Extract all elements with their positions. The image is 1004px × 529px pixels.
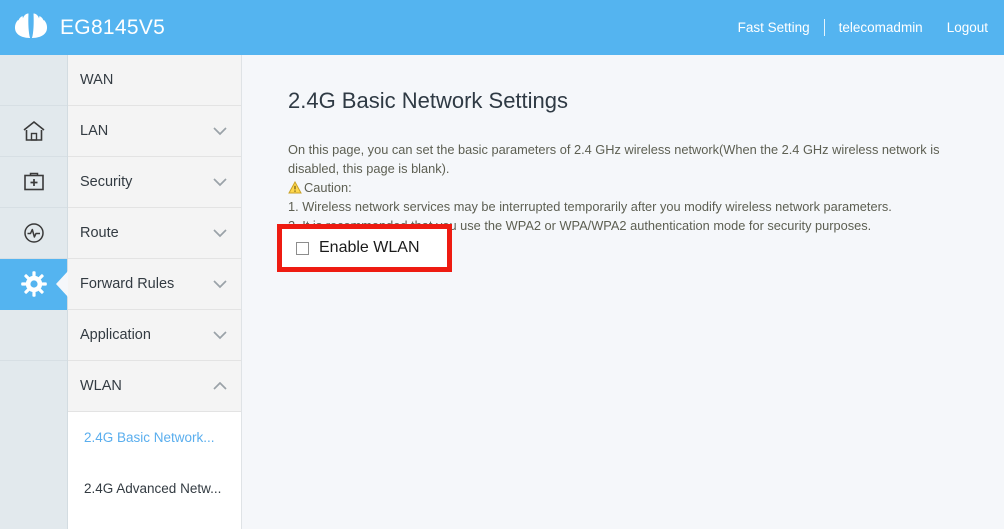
sidebar-item-label: WAN	[80, 72, 114, 88]
brand: EG8145V5	[0, 12, 165, 44]
chevron-up-icon	[213, 381, 227, 390]
fast-setting-link[interactable]: Fast Setting	[738, 20, 810, 35]
brand-name: EG8145V5	[60, 15, 166, 39]
chevron-down-icon	[213, 126, 227, 135]
current-user-label[interactable]: telecomadmin	[839, 20, 923, 35]
first-aid-kit-icon	[23, 172, 44, 191]
caution-label: Caution:	[304, 180, 352, 195]
rail-item-settings[interactable]	[0, 259, 68, 310]
sidebar-item-label: Application	[80, 327, 151, 343]
chevron-down-icon	[213, 330, 227, 339]
sidebar-item-wlan[interactable]: WLAN	[68, 361, 241, 412]
logout-button[interactable]: Logout	[947, 20, 988, 35]
rail-spacer	[0, 55, 67, 106]
wlan-submenu: 2.4G Basic Network... 2.4G Advanced Netw…	[68, 412, 241, 514]
chevron-down-icon	[213, 228, 227, 237]
sidebar-item-label: WLAN	[80, 378, 122, 394]
sidebar-menu: WAN LAN Security Route Forward Rules App…	[68, 55, 242, 529]
sidebar-item-label: Security	[80, 174, 133, 190]
submenu-item-label: 2.4G Basic Network...	[84, 430, 215, 445]
rail-spacer-bottom	[0, 310, 67, 361]
gear-icon	[20, 271, 47, 297]
sidebar-item-application[interactable]: Application	[68, 310, 241, 361]
submenu-item-24g-advanced-network[interactable]: 2.4G Advanced Netw...	[68, 463, 241, 514]
description-text: On this page, you can set the basic para…	[288, 142, 940, 176]
caution-item-1: 1. Wireless network services may be inte…	[288, 199, 892, 214]
warning-triangle-icon	[288, 181, 302, 194]
gauge-monitor-icon	[23, 223, 44, 243]
home-icon	[23, 120, 44, 141]
enable-wlan-checkbox[interactable]	[296, 241, 309, 255]
chevron-down-icon	[213, 279, 227, 288]
chevron-down-icon	[213, 177, 227, 186]
header-divider	[823, 19, 825, 36]
enable-wlan-label[interactable]: Enable WLAN	[319, 239, 420, 257]
caution-heading: Caution:	[288, 178, 960, 197]
rail-item-monitor[interactable]	[0, 208, 67, 259]
sidebar-item-forward-rules[interactable]: Forward Rules	[68, 259, 241, 310]
page-description: On this page, you can set the basic para…	[288, 140, 960, 235]
page-title: 2.4G Basic Network Settings	[288, 88, 569, 113]
header-actions: Fast Setting telecomadmin Logout	[738, 19, 1004, 36]
sidebar-item-wan[interactable]: WAN	[68, 55, 241, 106]
enable-wlan-highlight-box: Enable WLAN	[277, 224, 452, 272]
huawei-logo-icon	[14, 13, 48, 38]
submenu-item-label: 2.4G Advanced Netw...	[84, 481, 222, 496]
sidebar-item-label: Forward Rules	[80, 276, 175, 292]
sidebar-item-label: LAN	[80, 123, 109, 139]
page-header: EG8145V5 Fast Setting telecomadmin Logou…	[0, 0, 1004, 55]
router-admin-page: EG8145V5 Fast Setting telecomadmin Logou…	[0, 0, 1004, 529]
rail-item-home[interactable]	[0, 106, 67, 157]
sidebar-item-lan[interactable]: LAN	[68, 106, 241, 157]
active-rail-pointer	[56, 271, 68, 297]
sidebar-item-label: Route	[80, 225, 119, 241]
sidebar-item-route[interactable]: Route	[68, 208, 241, 259]
main-content: 2.4G Basic Network Settings On this page…	[243, 55, 1004, 529]
submenu-item-24g-basic-network[interactable]: 2.4G Basic Network...	[68, 412, 241, 463]
sidebar-item-security[interactable]: Security	[68, 157, 241, 208]
rail-item-maintenance[interactable]	[0, 157, 67, 208]
icon-rail	[0, 55, 68, 529]
